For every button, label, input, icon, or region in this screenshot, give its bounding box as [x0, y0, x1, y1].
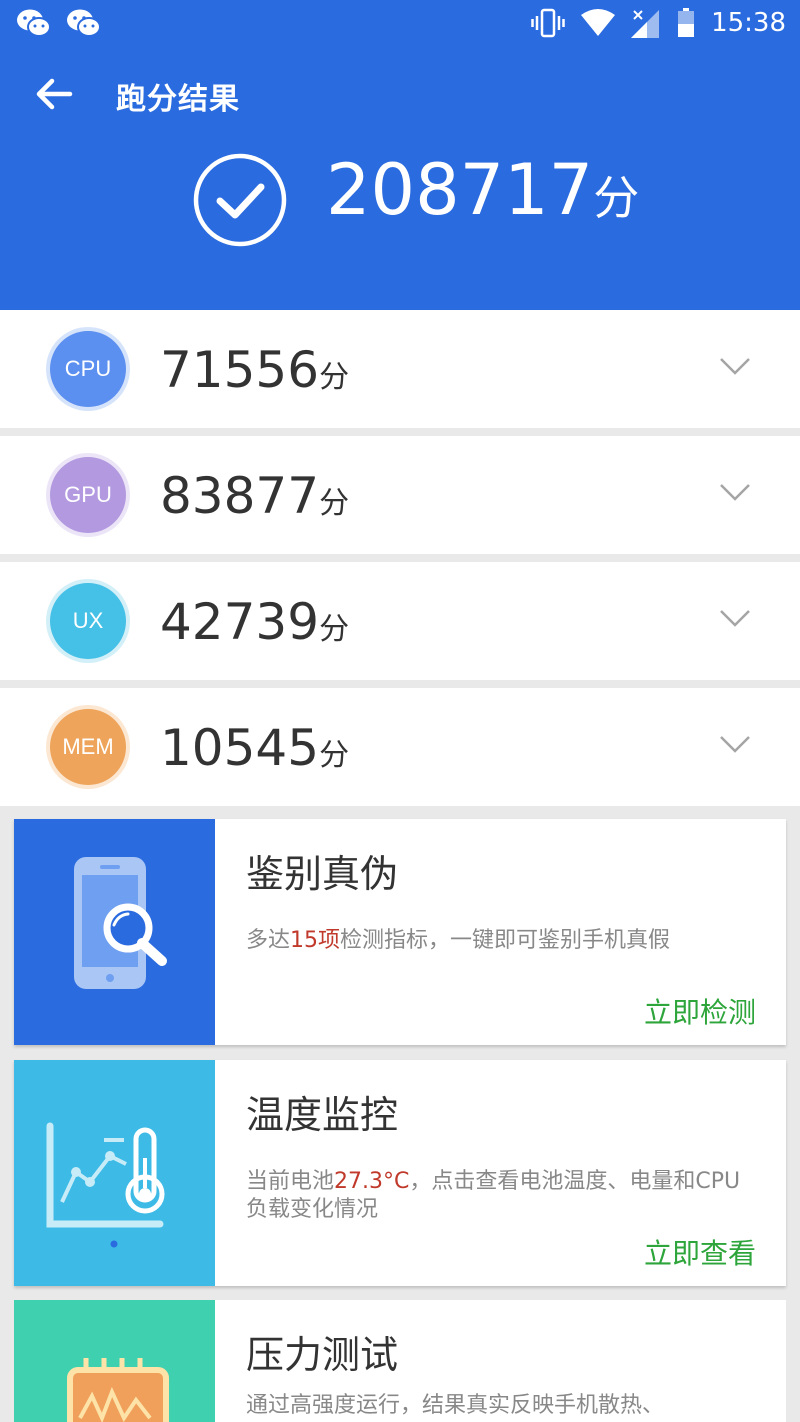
score-row-cpu[interactable]: CPU 71556分 [0, 310, 800, 428]
ux-badge: UX [50, 583, 126, 659]
card-title: 温度监控 [246, 1093, 399, 1137]
card-temperature-monitor[interactable]: 温度监控 当前电池27.3°C，点击查看电池温度、电量和CPU负载变化情况 立即… [14, 1060, 786, 1286]
mem-badge: MEM [50, 709, 126, 785]
card-illustration [14, 819, 215, 1045]
chip-icon [67, 1358, 169, 1422]
desc-text: 检测指标，一键即可鉴别手机真假 [340, 928, 671, 953]
card-illustration [14, 1300, 215, 1422]
score-unit: 分 [319, 360, 350, 395]
gpu-badge: GPU [50, 457, 126, 533]
thermometer-chart-icon [46, 1122, 165, 1248]
badge-label: UX [72, 608, 104, 633]
badge-label: MEM [62, 734, 114, 759]
card-description: 通过高强度运行，结果真实反映手机散热、 [246, 1392, 756, 1420]
desc-text: 多达 [246, 928, 291, 953]
ux-score: 42739分 [160, 592, 349, 660]
phone-search-icon [74, 857, 167, 989]
score-number: 71556 [160, 341, 320, 399]
gpu-score: 83877分 [160, 466, 349, 534]
notification-icons [16, 8, 102, 38]
cpu-badge: CPU [50, 331, 126, 407]
chevron-down-icon[interactable] [718, 606, 752, 630]
vibrate-icon [531, 8, 565, 38]
header: 15:38 跑分结果 208717分 [0, 0, 800, 310]
score-row-mem[interactable]: MEM 10545分 [0, 688, 800, 806]
back-arrow-icon[interactable] [34, 74, 74, 114]
chevron-down-icon[interactable] [718, 354, 752, 378]
total-score-section: 208717分 [0, 150, 800, 260]
score-unit: 分 [319, 612, 350, 647]
detect-now-button[interactable]: 立即检测 [644, 991, 756, 1031]
view-now-button[interactable]: 立即查看 [644, 1232, 756, 1272]
card-illustration [14, 1060, 215, 1286]
mem-score: 10545分 [160, 718, 349, 786]
card-description: 多达15项检测指标，一键即可鉴别手机真假 [246, 927, 756, 955]
cpu-score: 71556分 [160, 340, 349, 408]
card-stress-test[interactable]: 压力测试 通过高强度运行，结果真实反映手机散热、 [14, 1300, 786, 1422]
wechat-icon [17, 9, 51, 37]
card-title: 压力测试 [246, 1333, 399, 1377]
score-number: 83877 [160, 467, 320, 525]
desc-text: 当前电池 [246, 1169, 335, 1194]
score-number: 10545 [160, 719, 320, 777]
status-time: 15:38 [711, 8, 786, 38]
system-icons: 15:38 [531, 8, 786, 38]
score-unit: 分 [319, 738, 350, 773]
status-bar: 15:38 [0, 0, 800, 50]
chevron-down-icon[interactable] [718, 732, 752, 756]
badge-label: CPU [64, 356, 112, 381]
card-description: 当前电池27.3°C，点击查看电池温度、电量和CPU负载变化情况 [246, 1168, 756, 1224]
battery-icon [678, 8, 695, 37]
desc-highlight: 15项 [290, 928, 341, 953]
page-title: 跑分结果 [116, 82, 240, 117]
card-verify-authenticity[interactable]: 鉴别真伪 多达15项检测指标，一键即可鉴别手机真假 立即检测 [14, 819, 786, 1045]
badge-label: GPU [64, 482, 112, 507]
score-number: 42739 [160, 593, 320, 651]
total-score: 208717分 [326, 150, 639, 238]
score-unit: 分 [319, 486, 350, 521]
desc-highlight: 27.3°C [334, 1169, 410, 1194]
chevron-down-icon[interactable] [718, 480, 752, 504]
desc-text: 通过高强度运行，结果真实反映手机散热、 [246, 1393, 665, 1418]
score-row-gpu[interactable]: GPU 83877分 [0, 436, 800, 554]
wechat-icon [67, 9, 101, 37]
total-score-value: 208717 [326, 149, 594, 231]
wifi-icon [581, 9, 616, 36]
card-title: 鉴别真伪 [246, 852, 399, 896]
score-row-ux[interactable]: UX 42739分 [0, 562, 800, 680]
toolbar: 跑分结果 [0, 60, 800, 130]
total-score-unit: 分 [593, 171, 640, 225]
check-circle-icon [193, 153, 287, 247]
signal-icon [631, 10, 660, 38]
